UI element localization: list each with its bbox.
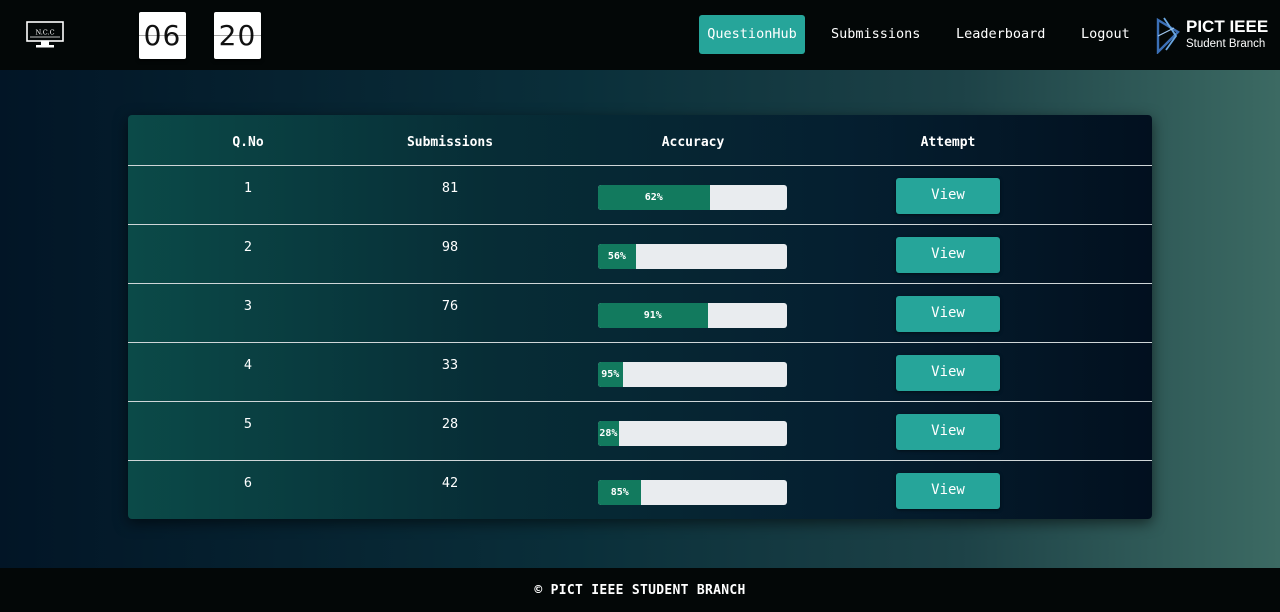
question-number: 6 [243, 475, 253, 491]
column-header-qno: Q.No [232, 135, 264, 150]
submission-count: 42 [441, 475, 459, 491]
table-row: 6 42 85% View [128, 461, 1152, 519]
pict-ieee-logo[interactable]: PICT IEEE Student Branch [1156, 16, 1268, 54]
question-number: 4 [243, 357, 253, 373]
question-number: 1 [243, 180, 253, 196]
nav-leaderboard[interactable]: Leaderboard [956, 15, 1045, 54]
accuracy-bar: 62% [598, 185, 787, 210]
view-button[interactable]: View [896, 296, 1000, 332]
table-row: 2 98 56% View [128, 225, 1152, 284]
column-header-attempt: Attempt [920, 135, 976, 150]
submission-count: 81 [441, 180, 459, 196]
view-button[interactable]: View [896, 355, 1000, 391]
column-header-submissions: Submissions [406, 135, 494, 150]
nav-logout[interactable]: Logout [1081, 15, 1130, 54]
submission-count: 28 [441, 416, 459, 432]
view-button[interactable]: View [896, 178, 1000, 214]
accuracy-bar: 85% [598, 480, 787, 505]
question-number: 5 [243, 416, 253, 432]
nav-submissions[interactable]: Submissions [831, 15, 920, 54]
footer-copyright: © PICT IEEE STUDENT BRANCH [534, 583, 746, 598]
ieee-title: PICT IEEE [1186, 17, 1269, 36]
accuracy-bar: 91% [598, 303, 787, 328]
footer: © PICT IEEE STUDENT BRANCH [0, 568, 1280, 612]
navbar: N.C.C 06 20 QuestionHub Submissions Lead… [0, 0, 1280, 70]
questions-table: Q.No Submissions Accuracy Attempt 1 81 6… [128, 115, 1152, 519]
accuracy-bar: 56% [598, 244, 787, 269]
question-number: 2 [243, 239, 253, 255]
view-button[interactable]: View [896, 237, 1000, 273]
table-row: 4 33 95% View [128, 343, 1152, 402]
accuracy-bar: 95% [598, 362, 787, 387]
ieee-emblem-icon [1156, 17, 1180, 54]
flip-divider [139, 35, 186, 36]
timer-seconds: 20 [214, 12, 261, 59]
view-button[interactable]: View [896, 414, 1000, 450]
table-row: 3 76 91% View [128, 284, 1152, 343]
accuracy-label: 28% [599, 428, 618, 439]
column-header-accuracy: Accuracy [661, 135, 725, 150]
ncc-logo-icon[interactable]: N.C.C [26, 21, 64, 49]
view-button[interactable]: View [896, 473, 1000, 509]
submission-count: 76 [441, 298, 459, 314]
svg-text:N.C.C: N.C.C [35, 29, 54, 37]
table-row: 5 28 28% View [128, 402, 1152, 461]
accuracy-label: 56% [607, 251, 626, 262]
accuracy-label: 62% [644, 192, 663, 203]
accuracy-label: 85% [610, 487, 629, 498]
submission-count: 98 [441, 239, 459, 255]
ieee-subtitle: Student Branch [1186, 38, 1266, 50]
timer-minutes: 06 [139, 12, 186, 59]
question-number: 3 [243, 298, 253, 314]
accuracy-bar: 28% [598, 421, 787, 446]
submission-count: 33 [441, 357, 459, 373]
accuracy-label: 91% [643, 310, 662, 321]
table-row: 1 81 62% View [128, 166, 1152, 225]
flip-divider [214, 35, 261, 36]
table-header: Q.No Submissions Accuracy Attempt [128, 115, 1152, 166]
accuracy-label: 95% [601, 369, 620, 380]
nav-questionhub[interactable]: QuestionHub [699, 15, 805, 54]
